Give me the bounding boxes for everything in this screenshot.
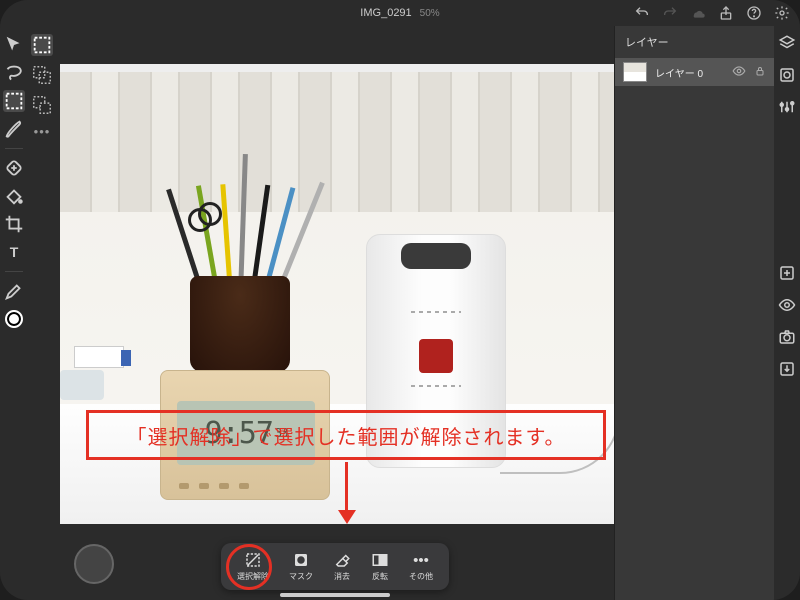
marquee-rect-icon[interactable] <box>31 34 53 56</box>
erase-icon <box>333 551 351 569</box>
add-icon[interactable] <box>778 264 796 282</box>
home-indicator <box>280 593 390 597</box>
more-button[interactable]: ••• その他 <box>401 549 441 584</box>
annotation-arrow <box>345 462 348 514</box>
eye-icon[interactable] <box>778 296 796 314</box>
deselect-button[interactable]: 選択解除 <box>229 549 277 584</box>
fill-tool-icon[interactable] <box>3 185 25 207</box>
move-tool-icon[interactable] <box>3 34 25 56</box>
share-icon[interactable] <box>718 5 734 21</box>
visibility-icon[interactable] <box>732 64 746 81</box>
select-add-icon[interactable] <box>31 64 53 86</box>
export-icon[interactable] <box>778 360 796 378</box>
healing-tool-icon[interactable] <box>3 157 25 179</box>
erase-label: 消去 <box>334 571 350 582</box>
photo-eraser <box>74 346 124 368</box>
undo-icon[interactable] <box>634 5 650 21</box>
adjustments-panel-icon[interactable] <box>778 98 796 116</box>
crop-tool-icon[interactable] <box>3 213 25 235</box>
layer-thumbnail <box>623 62 647 82</box>
mask-label: マスク <box>289 571 313 582</box>
lock-icon[interactable] <box>754 65 766 80</box>
tool-options-column: ••• <box>28 26 56 600</box>
right-icon-strip <box>774 26 800 600</box>
brush-tool-icon[interactable] <box>3 118 25 140</box>
brush-size-indicator[interactable] <box>74 544 114 584</box>
mask-icon <box>292 551 310 569</box>
layers-panel-title: レイヤー <box>615 26 774 58</box>
camera-icon[interactable] <box>778 328 796 346</box>
redo-icon[interactable] <box>662 5 678 21</box>
photo-pen-holder <box>190 276 290 372</box>
deselect-label: 選択解除 <box>237 571 269 582</box>
layers-panel: レイヤー レイヤー 0 <box>614 26 774 600</box>
annotation-text: 「選択解除」で選択した範囲が解除されます。 <box>127 421 566 450</box>
tool-sidebar: T <box>0 26 28 600</box>
settings-icon[interactable] <box>774 5 790 21</box>
document-title: IMG_0291 <box>360 7 411 19</box>
canvas-area: 9:5733 「選択解除」で選択した範囲が解除されます。 選択解除 <box>56 26 614 600</box>
cloud-icon[interactable] <box>690 5 706 21</box>
app-header: IMG_0291 50% <box>0 0 800 26</box>
help-icon[interactable] <box>746 5 762 21</box>
marquee-tool-icon[interactable] <box>3 90 25 112</box>
layer-name: レイヤー 0 <box>655 65 724 80</box>
deselect-icon <box>244 551 262 569</box>
eyedropper-tool-icon[interactable] <box>3 280 25 302</box>
photo-tape <box>60 370 104 400</box>
invert-label: 反転 <box>372 571 388 582</box>
photo-scissors <box>188 202 218 232</box>
type-tool-icon[interactable]: T <box>3 241 25 263</box>
invert-icon <box>371 551 389 569</box>
select-subtract-icon[interactable] <box>31 94 53 116</box>
layers-panel-icon[interactable] <box>778 34 796 52</box>
photo-curtain <box>60 64 614 212</box>
image-canvas[interactable]: 9:5733 「選択解除」で選択した範囲が解除されます。 <box>60 64 614 524</box>
invert-button[interactable]: 反転 <box>363 549 397 584</box>
more-options-icon[interactable]: ••• <box>34 124 51 139</box>
zoom-level[interactable]: 50% <box>420 8 440 19</box>
erase-button[interactable]: 消去 <box>325 549 359 584</box>
layer-row[interactable]: レイヤー 0 <box>615 58 774 86</box>
foreground-color-swatch[interactable] <box>5 310 23 328</box>
more-icon: ••• <box>412 551 430 569</box>
mask-button[interactable]: マスク <box>281 549 321 584</box>
annotation-callout: 「選択解除」で選択した範囲が解除されます。 <box>86 410 606 460</box>
lasso-tool-icon[interactable] <box>3 62 25 84</box>
properties-panel-icon[interactable] <box>778 66 796 84</box>
annotation-arrow-head <box>338 510 356 524</box>
more-label: その他 <box>409 571 433 582</box>
selection-action-toolbar: 選択解除 マスク 消去 反転 ••• その他 <box>221 543 449 590</box>
